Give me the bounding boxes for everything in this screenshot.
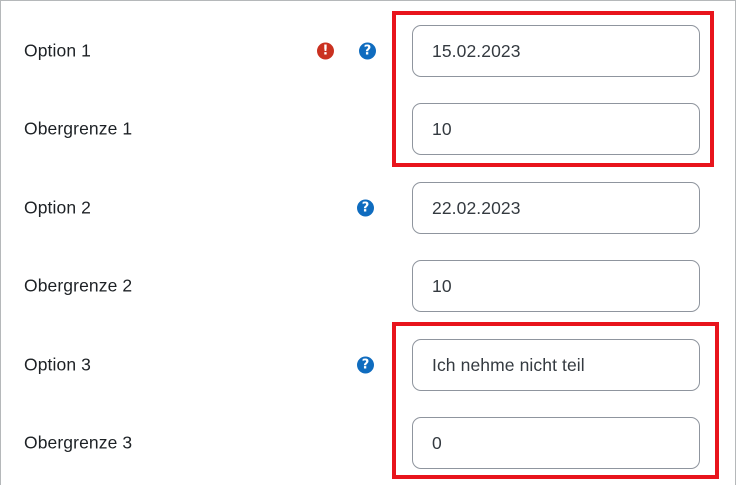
option-3-input[interactable] (412, 339, 700, 391)
obergrenze-1-label: Obergrenze 1 (24, 118, 133, 139)
form-row-obergrenze-1: Obergrenze 1 (1, 102, 736, 156)
form-row-option-3: Option 3 ? (1, 338, 736, 392)
form-row-obergrenze-2: Obergrenze 2 (1, 259, 736, 313)
form-row-obergrenze-3: Obergrenze 3 (1, 416, 736, 470)
error-icon[interactable]: ! (317, 42, 334, 60)
option-2-input[interactable] (412, 182, 700, 234)
help-icon[interactable]: ? (359, 42, 376, 60)
option-1-input[interactable] (412, 25, 700, 77)
option-1-label: Option 1 (24, 40, 91, 61)
form-row-option-1: Option 1 ! ? (1, 24, 736, 78)
obergrenze-1-input[interactable] (412, 103, 700, 155)
form-row-option-2: Option 2 ? (1, 181, 736, 235)
option-3-label: Option 3 (24, 354, 91, 375)
obergrenze-3-label: Obergrenze 3 (24, 432, 133, 453)
obergrenze-2-label: Obergrenze 2 (24, 275, 133, 296)
help-icon[interactable]: ? (357, 199, 374, 217)
form-panel: Option 1 ! ? Obergrenze 1 Option 2 ? Obe… (0, 0, 736, 485)
obergrenze-2-input[interactable] (412, 260, 700, 312)
help-icon[interactable]: ? (357, 356, 374, 374)
obergrenze-3-input[interactable] (412, 417, 700, 469)
option-2-label: Option 2 (24, 197, 91, 218)
